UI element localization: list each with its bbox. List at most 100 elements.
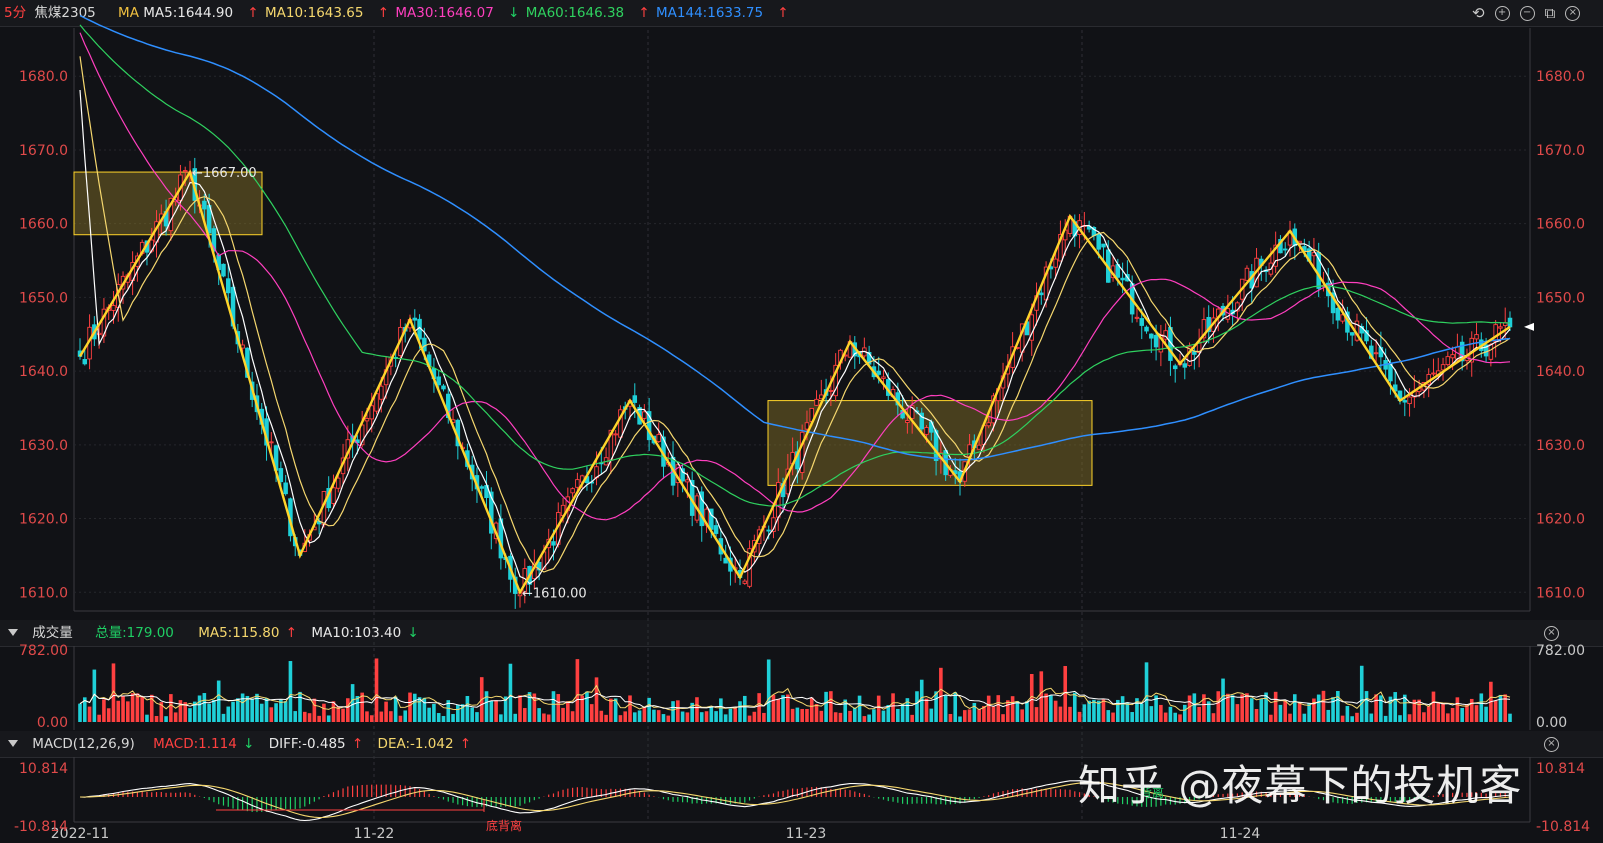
volume-bar — [1053, 700, 1058, 722]
volume-bar — [661, 714, 666, 722]
price-tick-right-label: 1650.0 — [1536, 290, 1585, 306]
candle-body — [551, 541, 556, 546]
volume-bar — [188, 708, 192, 722]
candle-body — [1335, 307, 1341, 321]
volume-bar — [145, 714, 149, 722]
volume-bar — [1211, 713, 1216, 722]
volume-bar — [891, 693, 895, 722]
volume-bar — [1049, 695, 1053, 722]
volume-bar — [1465, 704, 1469, 722]
volume-bar — [829, 691, 833, 722]
price-tick-left-label: 1620.0 — [19, 512, 68, 528]
candle-body — [814, 398, 819, 406]
volume-bar — [1144, 662, 1149, 722]
price-tick-right-label: 1670.0 — [1536, 143, 1585, 159]
volume-bar — [465, 695, 470, 722]
volume-bar — [1187, 695, 1192, 722]
volume-bar — [852, 707, 857, 722]
candle-body — [575, 479, 580, 488]
volume-bar — [953, 692, 958, 722]
bottom-divergence-label: 底背离 — [486, 818, 522, 833]
volume-bar — [1192, 693, 1197, 722]
volume-bar — [197, 695, 202, 722]
volume-bar — [742, 695, 747, 722]
volume-bar — [824, 691, 828, 722]
candle-body — [1450, 354, 1455, 359]
price-tick-left-label: 1640.0 — [19, 364, 68, 380]
volume-bar — [814, 704, 819, 722]
date-axis-label: 11-23 — [786, 826, 827, 842]
candle-body — [1431, 372, 1436, 375]
volume-bar — [1446, 713, 1450, 722]
price-tick-right-label: 1660.0 — [1536, 217, 1585, 233]
volume-bar — [389, 711, 393, 722]
volume-bar — [623, 711, 628, 722]
volume-bar — [398, 715, 403, 722]
candle-body — [876, 370, 881, 375]
volume-bar — [1068, 706, 1072, 722]
volume-bar — [1383, 715, 1388, 722]
volume-bar — [1106, 710, 1111, 722]
candle-body — [111, 305, 116, 311]
candle-body — [613, 433, 618, 436]
volume-bar — [781, 695, 785, 722]
volume-bar — [546, 714, 551, 722]
volume-bar — [1006, 700, 1010, 722]
candle-body — [1120, 277, 1125, 281]
volume-bar — [1034, 707, 1039, 722]
volume-bar — [102, 699, 106, 722]
volume-bar — [1508, 713, 1512, 722]
volume-bar — [900, 703, 905, 722]
volume-bar — [279, 699, 283, 722]
volume-bar — [312, 698, 317, 722]
candle-body — [1282, 248, 1288, 251]
volume-bar — [130, 693, 135, 722]
volume-bar — [1249, 698, 1254, 722]
volume-bar — [441, 716, 446, 722]
candle-body — [82, 358, 88, 365]
volume-bar — [78, 703, 82, 722]
candle-body — [632, 395, 638, 403]
volume-bar — [1216, 691, 1221, 722]
candle-body — [1402, 400, 1408, 403]
volume-bar — [173, 712, 178, 722]
volume-bar — [776, 698, 781, 722]
candle-body — [479, 486, 484, 489]
volume-bar — [537, 708, 541, 722]
candle-body — [924, 427, 929, 435]
volume-bar — [666, 715, 671, 722]
volume-bar — [1321, 690, 1326, 722]
volume-bar — [948, 713, 953, 722]
candle-body — [1407, 396, 1412, 405]
volume-bar — [346, 698, 350, 722]
candle-body — [1172, 365, 1178, 370]
volume-bar — [522, 708, 527, 722]
candle-body — [1153, 334, 1159, 348]
volume-bar — [838, 712, 843, 722]
volume-bar — [967, 709, 972, 722]
price-tick-left-label: 1680.0 — [19, 69, 68, 85]
volume-bar — [632, 712, 637, 722]
macd-tick-left-label: 10.814 — [19, 761, 68, 777]
volume-bar — [202, 693, 207, 722]
volume-bar — [154, 715, 159, 722]
volume-bar — [1336, 690, 1340, 722]
volume-bar — [293, 711, 298, 722]
volume-bar — [1101, 699, 1106, 722]
volume-bar — [1350, 716, 1354, 722]
volume-bar — [800, 708, 804, 722]
volume-bar — [1087, 700, 1091, 722]
chart-canvas[interactable]: 1680.0 1680.0 1670.0 1670.0 1660.0 1660.0 1650… — [0, 0, 1603, 843]
volume-bar — [896, 708, 900, 722]
volume-bar — [216, 680, 221, 722]
volume-bar — [489, 700, 494, 722]
candle-body — [1139, 318, 1144, 326]
volume-bar — [379, 711, 384, 722]
candle-body — [1182, 363, 1188, 368]
high-annotation: ←1667.00 — [192, 166, 257, 181]
macd-tick-left-label: -10.814 — [14, 819, 68, 835]
volume-bar — [1001, 714, 1005, 722]
candle-body — [642, 411, 647, 419]
volume-bar — [164, 716, 168, 722]
volume-bar — [1469, 698, 1474, 722]
